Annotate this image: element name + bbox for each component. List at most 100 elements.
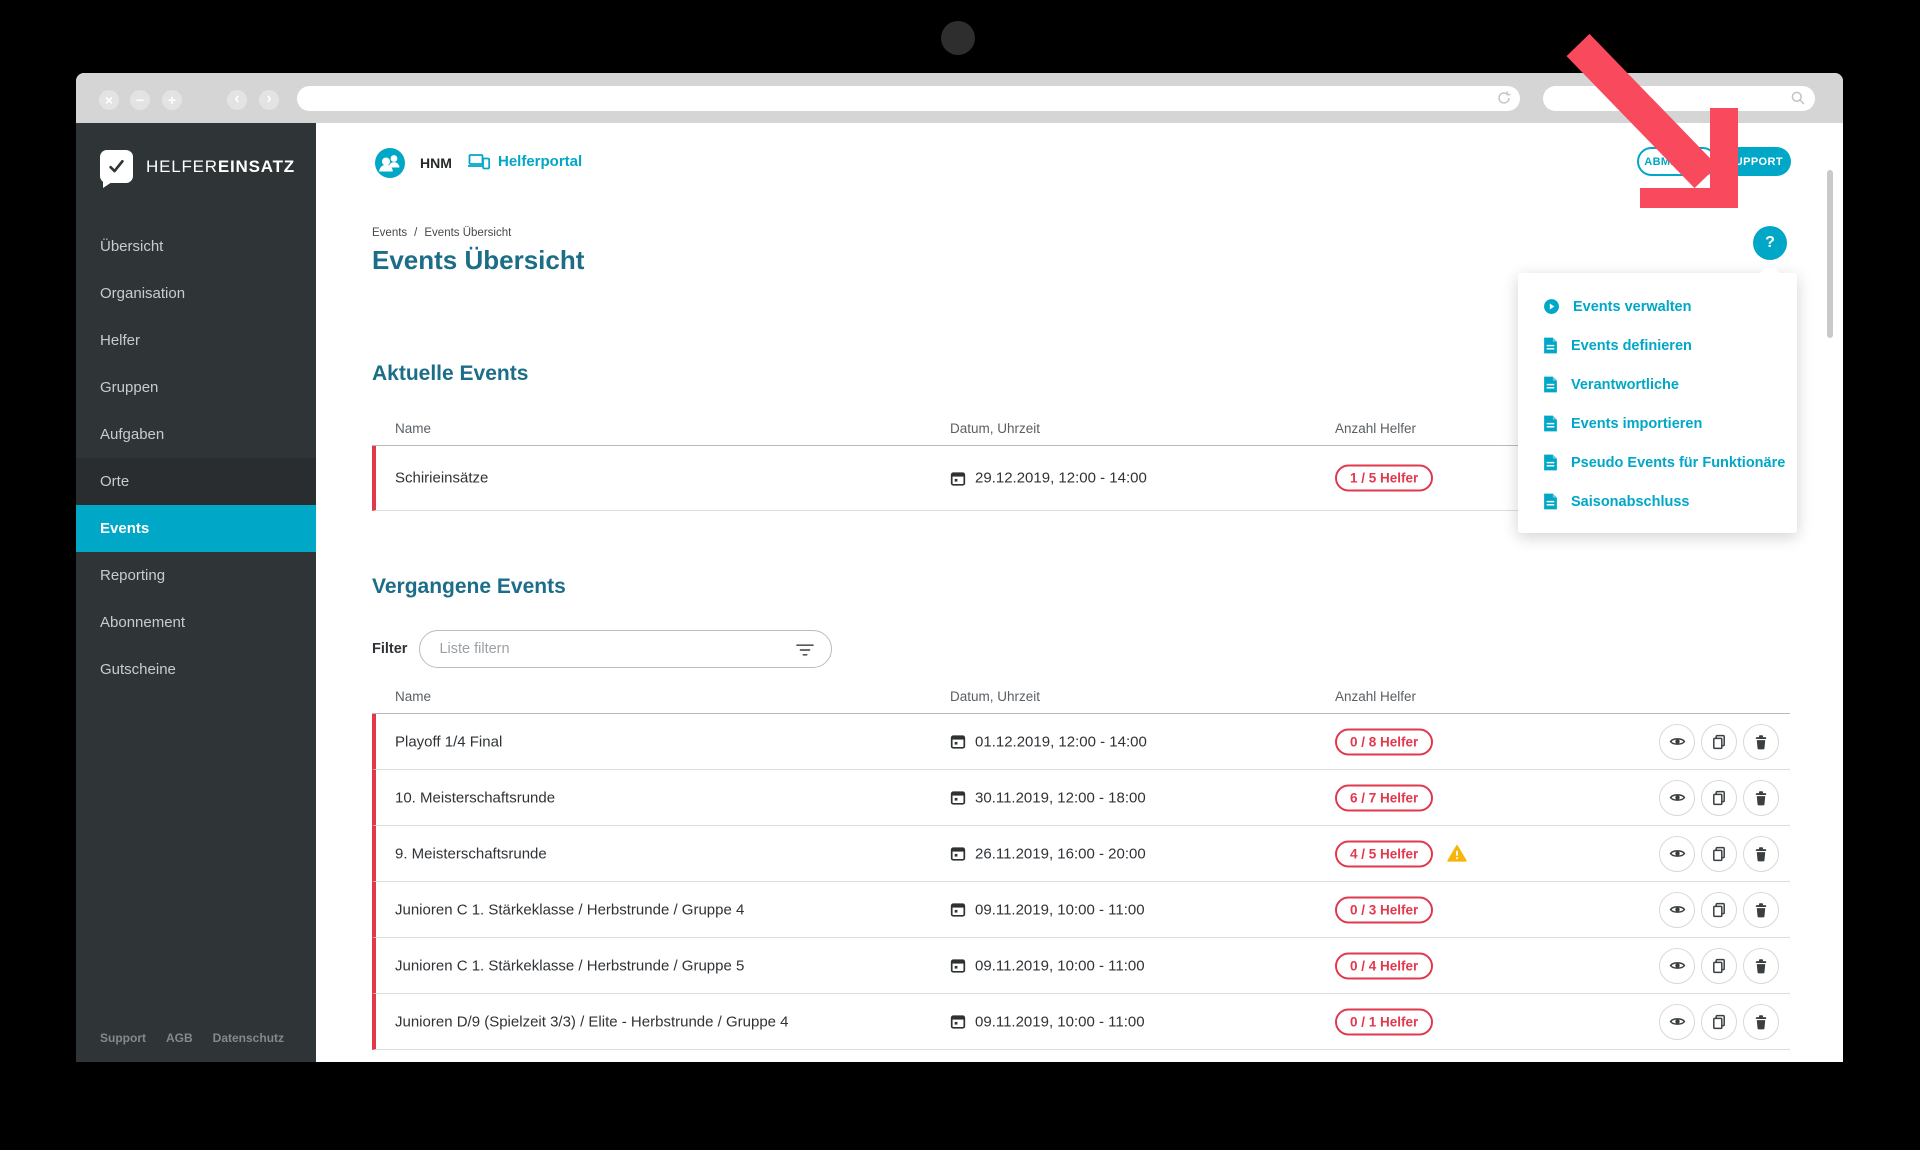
footer-link-datenschutz[interactable]: Datenschutz	[213, 1031, 284, 1045]
delete-button[interactable]	[1743, 724, 1779, 760]
event-datetime: 26.11.2019, 16:00 - 20:00	[950, 845, 1146, 862]
helfer-count-badge: 6 / 7 Helfer	[1335, 784, 1433, 811]
event-name: 9. Meisterschaftsrunde	[395, 845, 547, 862]
helfer-count-cell: 0 / 3 Helfer	[1335, 896, 1433, 923]
document-icon	[1543, 337, 1558, 354]
calendar-icon	[950, 902, 966, 918]
sidebar-item-events[interactable]: Events	[76, 505, 316, 552]
document-icon	[1543, 415, 1558, 432]
event-datetime: 01.12.2019, 12:00 - 14:00	[950, 733, 1147, 750]
delete-button[interactable]	[1743, 1004, 1779, 1040]
help-menu-item-saisonabschluss[interactable]: Saisonabschluss	[1518, 482, 1797, 521]
helfer-count-cell: 6 / 7 Helfer	[1335, 784, 1433, 811]
footer-link-agb[interactable]: AGB	[166, 1031, 193, 1045]
column-helfer: Anzahl Helfer	[1335, 689, 1416, 704]
duplicate-button[interactable]	[1701, 836, 1737, 872]
eye-icon	[1669, 901, 1686, 918]
trash-icon	[1753, 902, 1769, 918]
page-scrollbar[interactable]	[1827, 170, 1833, 338]
helferportal-link[interactable]: Helferportal	[468, 153, 582, 170]
calendar-icon	[950, 790, 966, 806]
breadcrumb-current: Events Übersicht	[424, 227, 511, 239]
helfer-count-badge: 0 / 3 Helfer	[1335, 896, 1433, 923]
help-menu-item-pseudo-events[interactable]: Pseudo Events für Funktionäre	[1518, 443, 1797, 482]
delete-button[interactable]	[1743, 892, 1779, 928]
helfer-count-badge: 1 / 5 Helfer	[1335, 465, 1433, 492]
sidebar-item-organisation[interactable]: Organisation	[76, 270, 316, 317]
helfer-count-badge: 0 / 8 Helfer	[1335, 728, 1433, 755]
event-name: 10. Meisterschaftsrunde	[395, 789, 555, 806]
document-icon	[1543, 376, 1558, 393]
table-row[interactable]: Junioren C 1. Stärkeklasse / Herbstrunde…	[372, 938, 1790, 994]
trash-icon	[1753, 1014, 1769, 1030]
row-actions	[1659, 1004, 1779, 1040]
browser-forward-button[interactable]: ›	[259, 90, 279, 110]
url-bar[interactable]	[297, 86, 1520, 111]
breadcrumb-separator: /	[414, 227, 417, 239]
table-row[interactable]: 10. Meisterschaftsrunde 30.11.2019, 12:0…	[372, 770, 1790, 826]
eye-icon	[1669, 957, 1686, 974]
past-events-heading: Vergangene Events	[372, 575, 566, 599]
table-row[interactable]: Junioren C 1. Stärkeklasse / Herbstrunde…	[372, 882, 1790, 938]
column-datetime: Datum, Uhrzeit	[950, 421, 1040, 436]
table-row[interactable]: Playoff 1/4 Final 01.12.2019, 12:00 - 14…	[372, 714, 1790, 770]
filter-row: Filter	[372, 630, 832, 668]
help-menu-item-events-definieren[interactable]: Events definieren	[1518, 326, 1797, 365]
calendar-icon	[950, 958, 966, 974]
delete-button[interactable]	[1743, 836, 1779, 872]
sidebar-item-helfer[interactable]: Helfer	[76, 317, 316, 364]
sidebar-item-abonnement[interactable]: Abonnement	[76, 599, 316, 646]
sidebar-item-orte[interactable]: Orte	[76, 458, 316, 505]
view-button[interactable]	[1659, 892, 1695, 928]
breadcrumb-events[interactable]: Events	[372, 227, 407, 239]
column-name: Name	[395, 689, 431, 704]
window-minimize-button[interactable]: −	[130, 90, 150, 110]
table-row[interactable]: 9. Meisterschaftsrunde 26.11.2019, 16:00…	[372, 826, 1790, 882]
avatar-label: HNM	[420, 155, 452, 171]
row-actions	[1659, 948, 1779, 984]
view-button[interactable]	[1659, 836, 1695, 872]
sidebar-item-gruppen[interactable]: Gruppen	[76, 364, 316, 411]
delete-button[interactable]	[1743, 780, 1779, 816]
view-button[interactable]	[1659, 948, 1695, 984]
view-button[interactable]	[1659, 724, 1695, 760]
sidebar-footer: Support AGB Datenschutz	[100, 1031, 284, 1045]
duplicate-button[interactable]	[1701, 1004, 1737, 1040]
filter-input[interactable]	[420, 641, 831, 657]
helfer-count-badge: 0 / 1 Helfer	[1335, 1008, 1433, 1035]
document-icon	[1543, 493, 1558, 510]
sidebar-item-gutscheine[interactable]: Gutscheine	[76, 646, 316, 693]
help-menu-item-events-verwalten[interactable]: Events verwalten	[1518, 287, 1797, 326]
window-close-button[interactable]: ×	[99, 90, 119, 110]
duplicate-button[interactable]	[1701, 724, 1737, 760]
event-datetime: 29.12.2019, 12:00 - 14:00	[950, 470, 1147, 487]
duplicate-button[interactable]	[1701, 948, 1737, 984]
sidebar-menu: Übersicht Organisation Helfer Gruppen Au…	[76, 223, 316, 693]
sidebar-item-uebersicht[interactable]: Übersicht	[76, 223, 316, 270]
reload-icon[interactable]	[1496, 90, 1512, 106]
eye-icon	[1669, 845, 1686, 862]
filter-icon[interactable]	[795, 643, 815, 657]
copy-icon	[1711, 958, 1727, 974]
table-row[interactable]: Junioren D/9 (Spielzeit 3/3) / Elite - H…	[372, 994, 1790, 1050]
duplicate-button[interactable]	[1701, 780, 1737, 816]
event-datetime: 30.11.2019, 12:00 - 18:00	[950, 789, 1146, 806]
video-icon	[1543, 298, 1560, 315]
browser-back-button[interactable]: ‹	[227, 90, 247, 110]
footer-link-support[interactable]: Support	[100, 1031, 146, 1045]
column-helfer: Anzahl Helfer	[1335, 421, 1416, 436]
avatar[interactable]	[375, 148, 405, 178]
view-button[interactable]	[1659, 780, 1695, 816]
breadcrumb: Events / Events Übersicht	[372, 227, 511, 239]
sidebar-item-reporting[interactable]: Reporting	[76, 552, 316, 599]
event-datetime: 09.11.2019, 10:00 - 11:00	[950, 901, 1145, 918]
delete-button[interactable]	[1743, 948, 1779, 984]
help-menu-item-verantwortliche[interactable]: Verantwortliche	[1518, 365, 1797, 404]
event-name: Junioren C 1. Stärkeklasse / Herbstrunde…	[395, 901, 744, 918]
duplicate-button[interactable]	[1701, 892, 1737, 928]
past-events-table: Name Datum, Uhrzeit Anzahl Helfer Playof…	[372, 681, 1790, 1050]
sidebar-item-aufgaben[interactable]: Aufgaben	[76, 411, 316, 458]
help-menu-item-events-importieren[interactable]: Events importieren	[1518, 404, 1797, 443]
view-button[interactable]	[1659, 1004, 1695, 1040]
window-maximize-button[interactable]: +	[162, 90, 182, 110]
